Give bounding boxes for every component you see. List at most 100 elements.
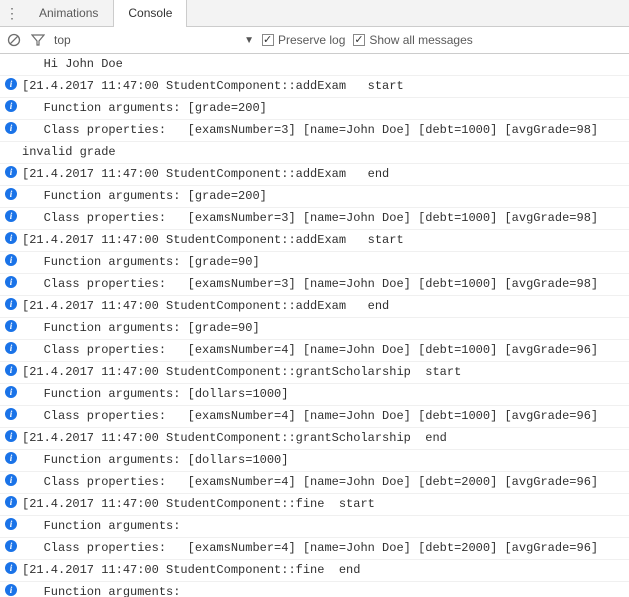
context-selector[interactable]: top ▼ [54,33,254,47]
log-line[interactable]: i[21.4.2017 11:47:00 StudentComponent::f… [0,560,629,582]
log-icon-cell: i [0,495,22,508]
info-icon: i [5,430,17,442]
log-line[interactable]: i Class properties: [examsNumber=4] [nam… [0,340,629,362]
info-icon: i [5,210,17,222]
log-icon-cell: i [0,583,22,596]
info-icon: i [5,562,17,574]
log-line[interactable]: invalid grade [0,142,629,164]
log-text: Class properties: [examsNumber=3] [name=… [22,209,629,228]
info-icon: i [5,386,17,398]
log-icon-cell: i [0,253,22,266]
log-line[interactable]: i Function arguments: [grade=90] [0,252,629,274]
log-line[interactable]: i Function arguments: [0,516,629,538]
log-text: Function arguments: [22,517,629,536]
log-line[interactable]: i Function arguments: [grade=90] [0,318,629,340]
log-icon-cell: i [0,275,22,288]
tab-label: Console [128,6,172,20]
info-icon: i [5,518,17,530]
checkbox-icon [353,34,365,46]
info-icon: i [5,122,17,134]
log-text: Function arguments: [grade=90] [22,253,629,272]
log-icon-cell: i [0,231,22,244]
log-text: Hi John Doe [22,55,629,74]
log-icon-cell: i [0,209,22,222]
info-icon: i [5,254,17,266]
info-icon: i [5,408,17,420]
info-icon: i [5,584,17,596]
log-line[interactable]: i[21.4.2017 11:47:00 StudentComponent::a… [0,296,629,318]
log-icon-cell: i [0,561,22,574]
log-icon-cell: i [0,319,22,332]
log-text: [21.4.2017 11:47:00 StudentComponent::fi… [22,495,629,514]
log-text: Class properties: [examsNumber=4] [name=… [22,539,629,558]
log-text: [21.4.2017 11:47:00 StudentComponent::ad… [22,77,629,96]
log-text: Class properties: [examsNumber=4] [name=… [22,407,629,426]
log-icon-cell: i [0,517,22,530]
chevron-down-icon: ▼ [244,35,254,46]
log-text: invalid grade [22,143,629,162]
log-text: [21.4.2017 11:47:00 StudentComponent::ad… [22,165,629,184]
log-line[interactable]: i Class properties: [examsNumber=4] [nam… [0,472,629,494]
log-line[interactable]: i [21.4.2017 11:47:00 StudentComponent::f… [0,494,629,516]
log-icon-cell: i [0,473,22,486]
log-text: [21.4.2017 11:47:00 StudentComponent::gr… [22,429,629,448]
info-icon: i [5,232,17,244]
log-line[interactable]: i[21.4.2017 11:47:00 StudentComponent::g… [0,362,629,384]
preserve-log-checkbox[interactable]: Preserve log [262,33,345,47]
log-line[interactable]: i Class properties: [examsNumber=4] [nam… [0,538,629,560]
show-all-messages-checkbox[interactable]: Show all messages [353,33,472,47]
log-text: Function arguments: [dollars=1000] [22,451,629,470]
log-line[interactable]: i[21.4.2017 11:47:00 StudentComponent::a… [0,164,629,186]
tab-animations[interactable]: Animations [24,0,113,27]
log-text: Function arguments: [grade=90] [22,319,629,338]
log-icon-cell [0,55,22,56]
log-line[interactable]: i Class properties: [examsNumber=3] [nam… [0,274,629,296]
log-icon-cell: i [0,363,22,376]
show-all-label: Show all messages [369,33,472,47]
info-icon: i [5,342,17,354]
log-line[interactable]: i [21.4.2017 11:47:00 StudentComponent::g… [0,428,629,450]
log-line[interactable]: i Function arguments: [grade=200] [0,186,629,208]
log-text: Function arguments: [22,583,629,597]
log-line[interactable]: i[21.4.2017 11:47:00 StudentComponent::a… [0,230,629,252]
info-icon: i [5,474,17,486]
log-text: [21.4.2017 11:47:00 StudentComponent::gr… [22,363,629,382]
log-text: Class properties: [examsNumber=4] [name=… [22,473,629,492]
log-line[interactable]: i Function arguments: [grade=200] [0,98,629,120]
log-text: Function arguments: [dollars=1000] [22,385,629,404]
info-icon: i [5,320,17,332]
log-line[interactable]: i Function arguments: [dollars=1000] [0,450,629,472]
log-line[interactable]: Hi John Doe [0,54,629,76]
log-text: [21.4.2017 11:47:00 StudentComponent::ad… [22,297,629,316]
log-text: Class properties: [examsNumber=3] [name=… [22,275,629,294]
log-icon-cell: i [0,121,22,134]
context-label: top [54,33,71,47]
log-icon-cell [0,143,22,144]
tab-console[interactable]: Console [113,0,187,27]
info-icon: i [5,276,17,288]
log-text: Function arguments: [grade=200] [22,99,629,118]
log-text: Class properties: [examsNumber=4] [name=… [22,341,629,360]
log-line[interactable]: i Class properties: [examsNumber=3] [nam… [0,120,629,142]
filter-icon[interactable] [30,32,46,48]
log-line[interactable]: i Class properties: [examsNumber=4] [nam… [0,406,629,428]
log-icon-cell: i [0,341,22,354]
log-line[interactable]: i Function arguments: [dollars=1000] [0,384,629,406]
log-line[interactable]: i [21.4.2017 11:47:00 StudentComponent::a… [0,76,629,98]
log-icon-cell: i [0,77,22,90]
info-icon: i [5,496,17,508]
log-icon-cell: i [0,539,22,552]
info-icon: i [5,452,17,464]
tabbar: ⋮ Animations Console [0,0,629,27]
tab-label: Animations [39,6,98,20]
console-log-area[interactable]: Hi John Doei[21.4.2017 11:47:00 StudentC… [0,54,629,597]
log-icon-cell: i [0,187,22,200]
log-icon-cell: i [0,451,22,464]
log-line[interactable]: i Class properties: [examsNumber=3] [nam… [0,208,629,230]
console-toolbar: top ▼ Preserve log Show all messages [0,27,629,54]
log-text: Function arguments: [grade=200] [22,187,629,206]
clear-console-icon[interactable] [6,32,22,48]
info-icon: i [5,78,17,90]
kebab-menu-icon[interactable]: ⋮ [0,5,24,22]
log-line[interactable]: i Function arguments: [0,582,629,597]
